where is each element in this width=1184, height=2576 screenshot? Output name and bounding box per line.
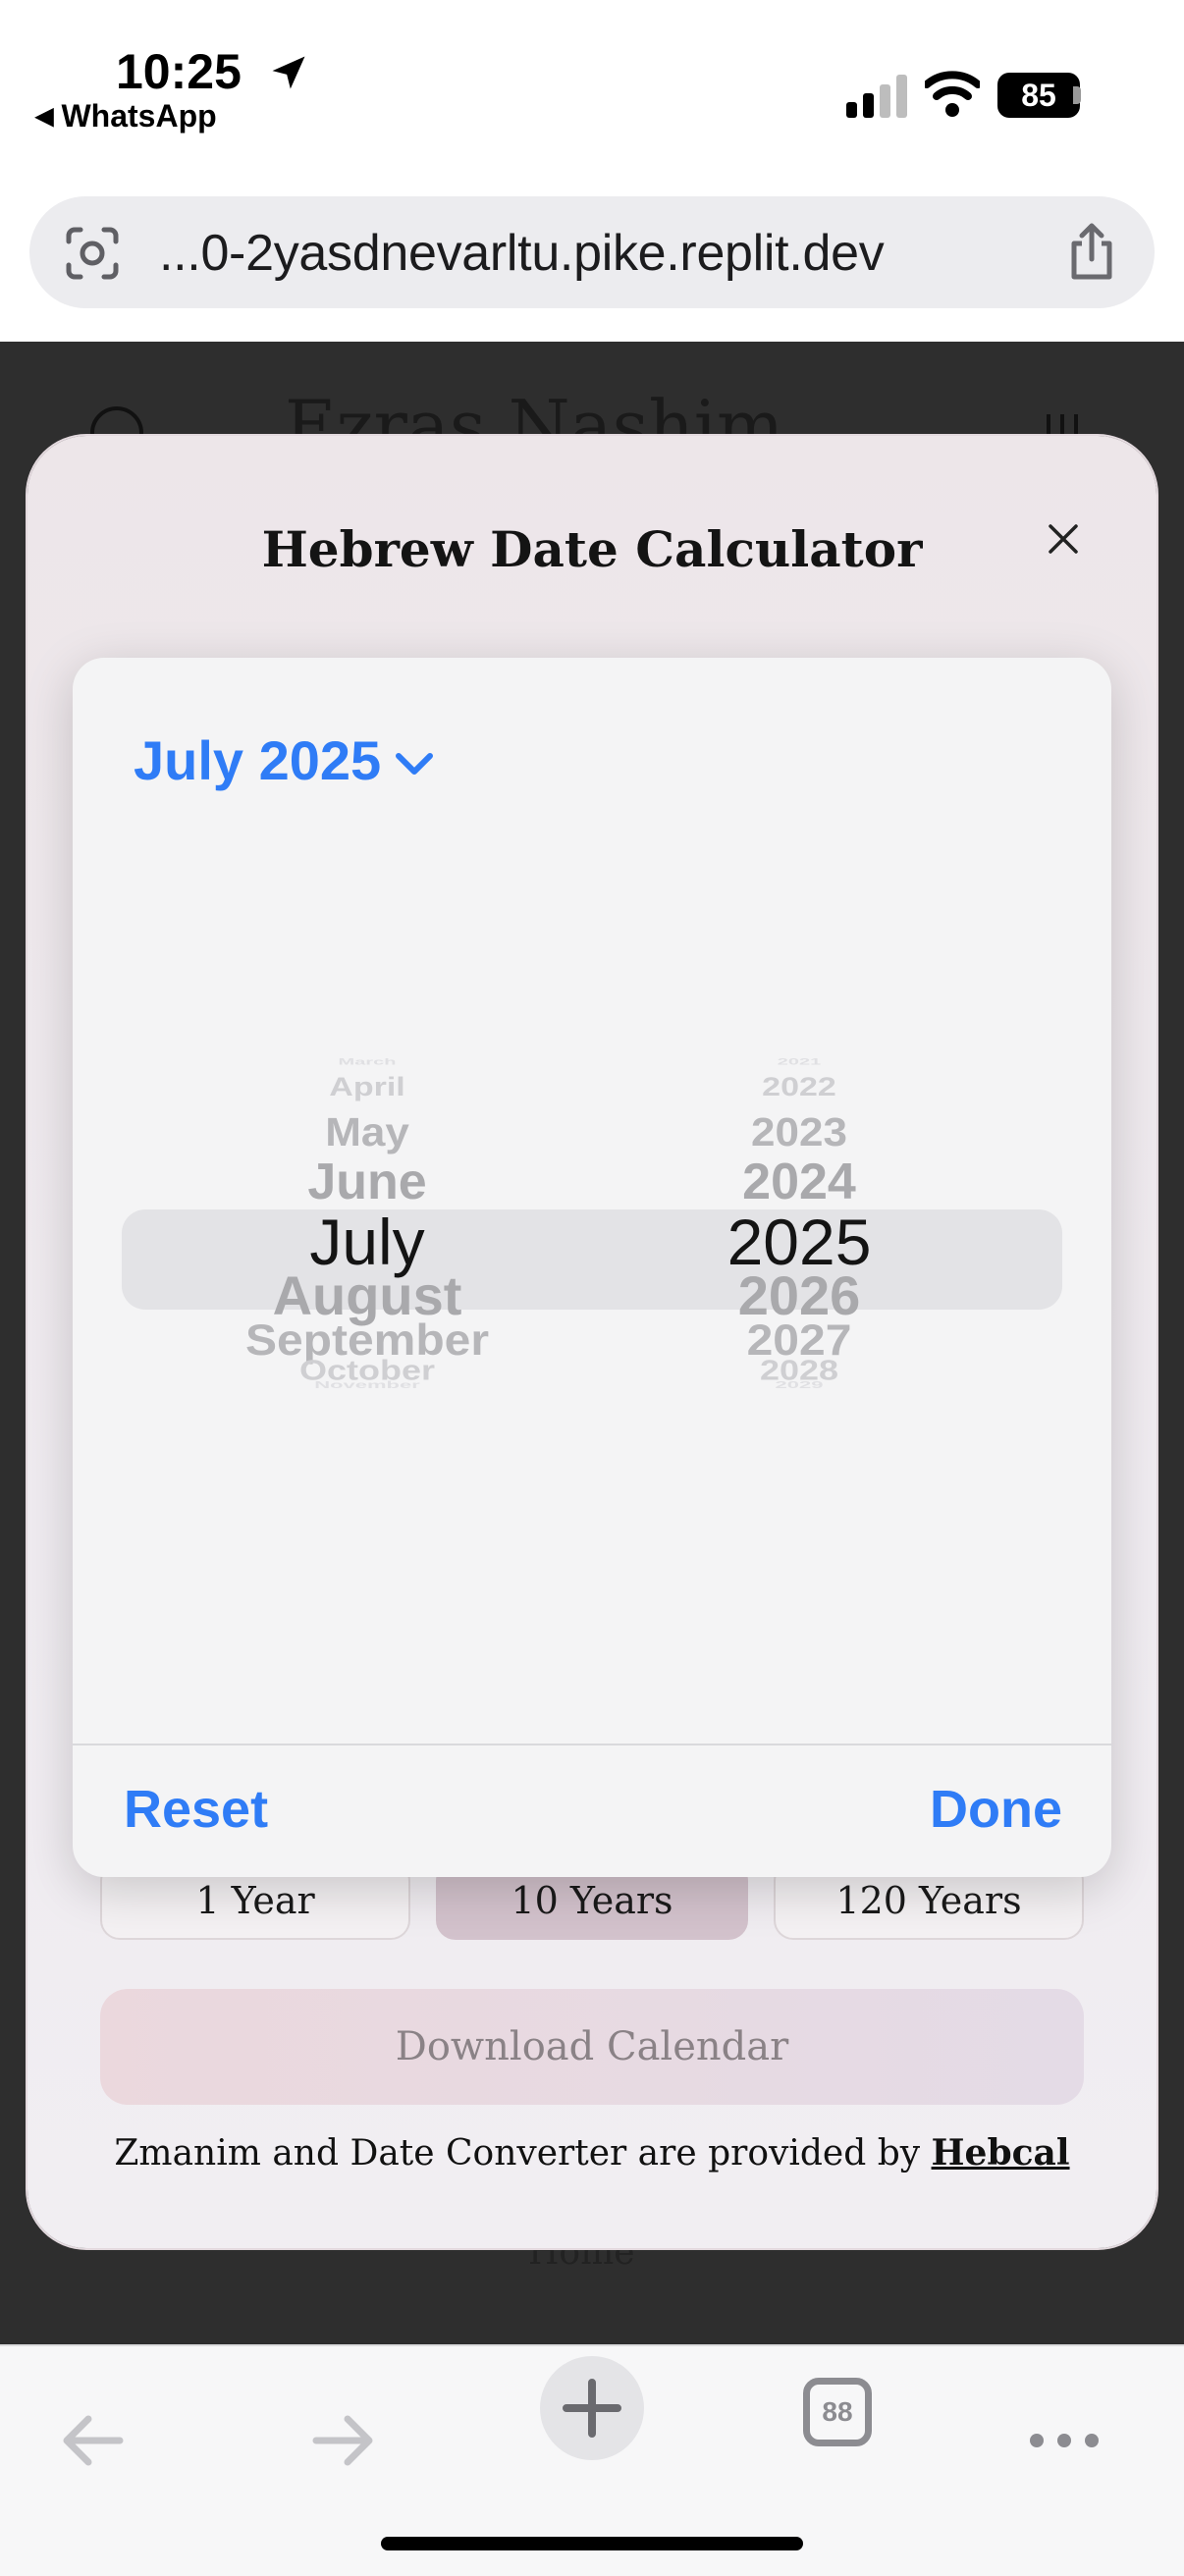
cellular-signal-icon [846, 75, 907, 118]
picker-footer: Reset Done [73, 1744, 1111, 1877]
download-calendar-button[interactable]: Download Calendar [100, 1989, 1084, 2105]
year-option[interactable]: 2021 [778, 1058, 822, 1067]
back-arrow-icon[interactable] [55, 2403, 130, 2478]
year-option[interactable]: 2029 [776, 1380, 824, 1390]
month-option[interactable]: August [273, 1268, 462, 1323]
battery-tip [1073, 86, 1081, 104]
address-bar[interactable]: ...0-2yasdnevarltu.pike.replit.dev [29, 196, 1155, 308]
modal-title: Hebrew Date Calculator [261, 520, 923, 578]
year-option[interactable]: 2023 [751, 1112, 847, 1153]
home-indicator [381, 2537, 803, 2550]
back-app-label: WhatsApp [61, 98, 217, 134]
month-option[interactable]: June [307, 1156, 426, 1208]
new-tab-button[interactable] [540, 2356, 644, 2460]
status-time: 10:25 [116, 44, 242, 99]
month-year-picker: July 2025 March April May June July August Sep… [73, 658, 1111, 1877]
back-triangle-icon: ◀ [35, 103, 54, 130]
month-year-toggle[interactable]: July 2025 [134, 728, 436, 792]
chevron-down-icon [396, 752, 434, 775]
forward-arrow-icon[interactable] [306, 2403, 381, 2478]
month-option[interactable]: November [314, 1380, 420, 1390]
status-bar: 10:25 ◀ WhatsApp 85 [0, 0, 1184, 147]
done-button[interactable]: Done [930, 1779, 1062, 1840]
year-option[interactable]: 2026 [738, 1268, 861, 1323]
month-option[interactable]: May [325, 1112, 409, 1153]
month-option[interactable]: April [329, 1073, 404, 1100]
more-options-icon[interactable] [1027, 2403, 1102, 2478]
year-option[interactable]: 2024 [742, 1156, 856, 1208]
hebcal-link[interactable]: Hebcal [932, 2132, 1070, 2174]
close-icon[interactable] [1041, 516, 1086, 562]
credit-line: Zmanim and Date Converter are provided b… [0, 2132, 1184, 2174]
month-option[interactable]: March [339, 1058, 397, 1067]
wheel-selection-highlight [122, 1209, 1062, 1310]
plus-icon [563, 2379, 621, 2438]
wifi-icon [925, 71, 980, 117]
reset-button[interactable]: Reset [124, 1779, 268, 1840]
year-option[interactable]: 2022 [762, 1073, 836, 1100]
url-text[interactable]: ...0-2yasdnevarltu.pike.replit.dev [159, 224, 885, 283]
back-to-app-link[interactable]: ◀ WhatsApp [35, 98, 217, 134]
share-icon[interactable] [1064, 222, 1119, 281]
page-scan-icon[interactable] [65, 226, 120, 281]
credit-text: Zmanim and Date Converter are provided b… [114, 2133, 921, 2174]
location-arrow-icon [272, 56, 305, 89]
month-year-label: July 2025 [134, 729, 382, 791]
battery-indicator: 85 [997, 73, 1080, 118]
tab-switcher-button[interactable]: 88 [803, 2378, 872, 2446]
